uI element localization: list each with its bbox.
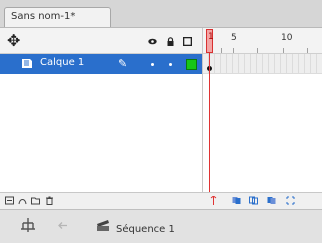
scene-icon bbox=[97, 220, 109, 231]
document-tab-title: Sans nom-1* bbox=[11, 11, 76, 22]
document-tab-bar: Sans nom-1* bbox=[0, 0, 322, 27]
layer-color-swatch[interactable] bbox=[186, 59, 197, 70]
pencil-icon: ✎ bbox=[118, 57, 128, 70]
edit-bar: Séquence 1 bbox=[0, 209, 322, 243]
onion-skin-icon[interactable] bbox=[232, 196, 241, 205]
motion-guide-icon[interactable] bbox=[18, 196, 27, 205]
frame-ruler[interactable]: 5 10 bbox=[203, 28, 322, 54]
ruler-label-10: 10 bbox=[281, 33, 293, 43]
back-arrow-icon[interactable] bbox=[58, 221, 68, 230]
ruler-tick bbox=[307, 48, 308, 53]
playhead-line bbox=[209, 53, 210, 193]
layer-list: ✥ Calque 1 ✎ bbox=[0, 28, 202, 193]
eye-icon[interactable] bbox=[148, 37, 157, 46]
visibility-dot[interactable] bbox=[151, 63, 154, 66]
playhead[interactable]: 1 bbox=[206, 29, 214, 53]
scene-name[interactable]: Séquence 1 bbox=[116, 224, 175, 235]
layer-icon bbox=[22, 59, 32, 68]
ruler-tick bbox=[283, 48, 284, 53]
move-handle-icon[interactable]: ✥ bbox=[7, 33, 20, 49]
onion-outline-icon[interactable] bbox=[249, 196, 258, 205]
layer-header: ✥ bbox=[0, 28, 202, 54]
edit-multiple-frames-icon[interactable] bbox=[267, 196, 276, 205]
timeline-toolbar bbox=[0, 192, 322, 209]
layer-row[interactable]: Calque 1 ✎ bbox=[0, 54, 202, 74]
layer-name[interactable]: Calque 1 bbox=[40, 57, 84, 68]
playhead-frame: 1 bbox=[208, 32, 214, 42]
ruler-label-5: 5 bbox=[231, 33, 237, 43]
trash-icon[interactable] bbox=[45, 196, 54, 205]
ruler-tick bbox=[257, 48, 258, 53]
document-tab[interactable]: Sans nom-1* bbox=[4, 7, 111, 27]
outline-icon[interactable] bbox=[183, 37, 192, 46]
modify-markers-icon[interactable] bbox=[286, 196, 295, 205]
frame-row[interactable] bbox=[203, 54, 322, 74]
frames-area[interactable]: 5 10 1 bbox=[202, 28, 322, 193]
lock-icon[interactable] bbox=[166, 37, 175, 46]
center-frame-icon[interactable] bbox=[209, 196, 218, 205]
stage-icon[interactable] bbox=[20, 217, 36, 233]
timeline-panel: ✥ Calque 1 ✎ 5 10 1 bbox=[0, 27, 322, 193]
new-layer-icon[interactable] bbox=[5, 196, 14, 205]
new-folder-icon[interactable] bbox=[31, 196, 40, 205]
ruler-tick bbox=[221, 48, 222, 53]
ruler-tick bbox=[233, 48, 234, 53]
flash-timeline-window: Sans nom-1* ✥ Calque 1 ✎ 5 10 1 Séquence… bbox=[0, 0, 322, 243]
lock-dot[interactable] bbox=[169, 63, 172, 66]
